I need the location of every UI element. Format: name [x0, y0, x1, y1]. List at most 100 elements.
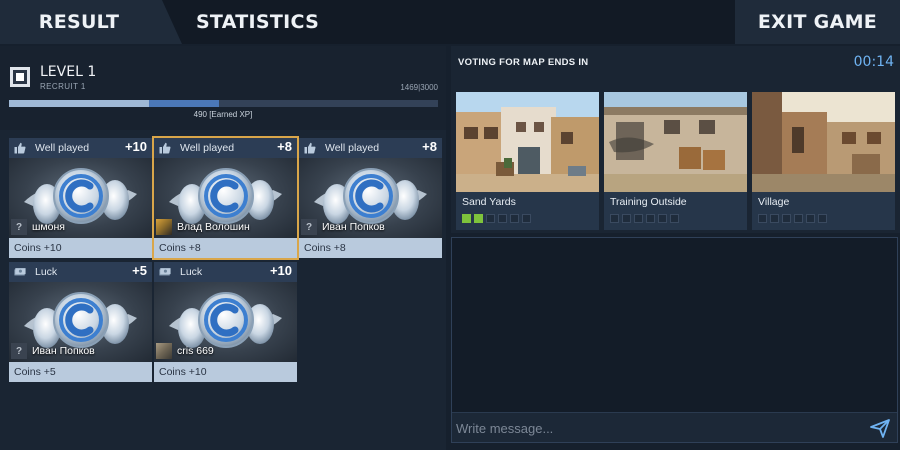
vote-slot [818, 214, 827, 223]
vote-slot [610, 214, 619, 223]
reward-card[interactable]: Well played +10? шмоня Coins +10 [9, 138, 152, 258]
player-row: cris 669 [156, 343, 214, 359]
thumbs-up-icon [159, 142, 171, 154]
card-artwork: ? Иван Попков [9, 282, 152, 362]
player-name: cris 669 [177, 345, 214, 357]
map-thumbnail [604, 92, 747, 192]
thumbs-up-icon [14, 142, 26, 154]
reward-card[interactable]: Luck +5 ? Иван Попков Coins +5 [9, 262, 152, 382]
chat-panel [451, 237, 898, 443]
vote-indicator [758, 214, 830, 223]
top-navigation: RESULT STATISTICS EXIT GAME [0, 0, 900, 44]
vote-slot [462, 214, 471, 223]
reward-card[interactable]: Luck +10 cris 669 Coins +10 [154, 262, 297, 382]
vote-slot [758, 214, 767, 223]
card-category: Well played [325, 142, 380, 154]
vote-slot [474, 214, 483, 223]
reward-label: Coins [159, 242, 186, 254]
reward-value: +10 [43, 242, 62, 254]
vote-slot [634, 214, 643, 223]
card-category: Luck [35, 266, 58, 278]
card-points: +10 [269, 263, 292, 278]
card-category: Well played [35, 142, 90, 154]
vote-slot [522, 214, 531, 223]
vote-slot [646, 214, 655, 223]
player-name: Влад Волошин [177, 221, 250, 233]
card-points: +8 [277, 139, 292, 154]
card-reward: Coins +10 [154, 362, 297, 382]
player-row: ? Иван Попков [301, 219, 385, 235]
card-artwork: Влад Волошин [154, 158, 297, 238]
reward-label: Coins [159, 366, 186, 378]
vote-slot [770, 214, 779, 223]
card-reward: Coins +8 [299, 238, 442, 258]
voting-title: VOTING FOR MAP ENDS IN [458, 57, 589, 68]
unknown-avatar: ? [301, 219, 317, 235]
reward-card[interactable]: Well played +8? Иван Попков Coins +8 [299, 138, 442, 258]
card-reward: Coins +5 [9, 362, 152, 382]
player-row: ? Иван Попков [11, 343, 95, 359]
vote-slot [806, 214, 815, 223]
vote-slot [670, 214, 679, 223]
map-option-training-outside[interactable]: Training Outside [604, 92, 747, 230]
player-avatar [156, 219, 172, 235]
cash-icon [14, 268, 26, 276]
exit-game-button[interactable]: EXIT GAME [735, 0, 900, 44]
vote-indicator [610, 214, 682, 223]
card-points: +5 [132, 263, 147, 278]
card-category: Well played [180, 142, 235, 154]
card-header: Well played +8 [154, 138, 297, 158]
map-option-village[interactable]: Village [752, 92, 895, 230]
level-title: LEVEL 1 [40, 64, 97, 80]
card-category: Luck [180, 266, 203, 278]
xp-bar-fill [9, 100, 149, 107]
tab-result[interactable]: RESULT [0, 0, 182, 44]
card-reward: Coins +10 [9, 238, 152, 258]
card-points: +8 [422, 139, 437, 154]
map-name: Sand Yards [462, 196, 516, 208]
reward-value: +5 [43, 366, 56, 378]
vote-slot [622, 214, 631, 223]
reward-value: +10 [188, 366, 207, 378]
reward-value: +8 [188, 242, 201, 254]
map-name: Village [758, 196, 790, 208]
card-header: Luck +10 [154, 262, 297, 282]
vote-slot [658, 214, 667, 223]
map-voting-panel: VOTING FOR MAP ENDS IN 00:14 Sand Yards … [451, 46, 900, 233]
map-thumbnail [752, 92, 895, 192]
rank-square-icon [10, 67, 30, 87]
card-artwork: ? Иван Попков [299, 158, 442, 238]
chat-message-input[interactable] [456, 417, 856, 439]
player-row: ? шмоня [11, 219, 65, 235]
reward-card[interactable]: Well played +8 Влад Волошин Coins +8 [152, 136, 299, 260]
card-header: Well played +10 [9, 138, 152, 158]
player-name: Иван Попков [322, 221, 385, 233]
player-avatar [156, 343, 172, 359]
voting-timer: 00:14 [853, 54, 894, 70]
send-button[interactable] [869, 417, 891, 439]
card-header: Well played +8 [299, 138, 442, 158]
map-thumbnail [456, 92, 599, 192]
reward-value: +8 [333, 242, 346, 254]
unknown-avatar: ? [11, 219, 27, 235]
vote-slot [782, 214, 791, 223]
player-name: шмоня [32, 221, 65, 233]
earned-xp-label: 490 [Earned XP] [193, 110, 253, 119]
unknown-avatar: ? [11, 343, 27, 359]
results-panel: LEVEL 1 RECRUIT 1 1469|3000 490 [Earned … [0, 46, 446, 450]
card-artwork: cris 669 [154, 282, 297, 362]
card-artwork: ? шмоня [9, 158, 152, 238]
rank-subtitle: RECRUIT 1 [40, 82, 86, 91]
tab-statistics[interactable]: STATISTICS [180, 0, 335, 44]
reward-label: Coins [304, 242, 331, 254]
xp-bar-earned [148, 100, 220, 107]
vote-indicator [462, 214, 534, 223]
send-icon [870, 419, 890, 438]
cash-icon [159, 268, 171, 276]
chat-log[interactable] [452, 238, 897, 412]
vote-slot [510, 214, 519, 223]
map-name: Training Outside [610, 196, 687, 208]
level-progress: LEVEL 1 RECRUIT 1 1469|3000 490 [Earned … [0, 46, 446, 130]
thumbs-up-icon [304, 142, 316, 154]
map-option-sand-yards[interactable]: Sand Yards [456, 92, 599, 230]
